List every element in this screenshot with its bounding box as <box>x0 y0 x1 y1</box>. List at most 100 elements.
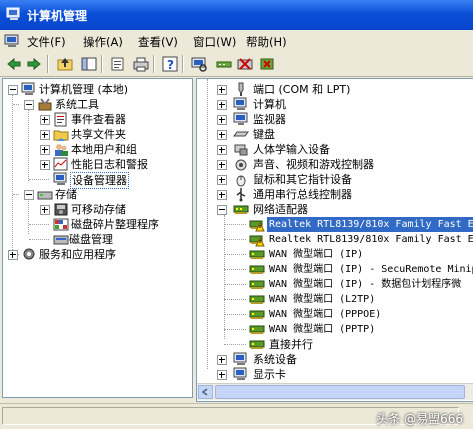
device-category[interactable]: 系统设备 <box>197 352 473 367</box>
users-icon <box>53 142 69 157</box>
nic-icon <box>249 262 265 277</box>
mouse-icon <box>233 172 249 187</box>
console-tree[interactable]: 计算机管理 (本地) 系统工具 事件查看器 共享文件夹 本地用户和组 性能日志和… <box>2 78 193 398</box>
device-category[interactable]: 键盘 <box>197 127 473 142</box>
svg-text:?: ? <box>167 58 174 72</box>
device-category[interactable]: 显示卡 <box>197 367 473 382</box>
tree-node[interactable]: 共享文件夹 <box>5 127 190 142</box>
tree-node[interactable]: 本地用户和组 <box>5 142 190 157</box>
device-item[interactable]: WAN 微型端口 (IP) - SecuRemote Minip <box>197 262 473 277</box>
nic-icon <box>249 292 265 307</box>
uninstall-device-icon[interactable] <box>258 55 276 73</box>
expand-toggle[interactable] <box>40 130 50 140</box>
show-hide-tree-icon[interactable] <box>80 55 98 73</box>
device-category[interactable]: 监视器 <box>197 112 473 127</box>
nic-icon <box>249 307 265 322</box>
print-icon[interactable] <box>132 55 150 73</box>
device-item[interactable]: Realtek RTL8139/810x Family Fast Eth <box>197 217 473 232</box>
forward-icon[interactable] <box>25 55 43 73</box>
back-icon[interactable] <box>5 55 23 73</box>
port-icon <box>233 82 249 97</box>
up-folder-icon[interactable] <box>56 55 74 73</box>
status-bar: 头条 @易盟666 <box>0 403 473 429</box>
nic-icon <box>249 277 265 292</box>
scroll-thumb[interactable] <box>215 385 465 399</box>
computer-management-icon <box>6 7 22 21</box>
device-category[interactable]: 鼠标和其它指针设备 <box>197 172 473 187</box>
expand-toggle[interactable] <box>217 130 227 140</box>
disable-device-icon[interactable] <box>236 55 254 73</box>
expand-toggle[interactable] <box>40 160 50 170</box>
event-viewer-icon <box>53 112 69 127</box>
tree-node[interactable]: 服务和应用程序 <box>5 247 190 262</box>
properties-icon[interactable] <box>109 55 127 73</box>
tree-node[interactable]: 磁盘碎片整理程序 <box>5 217 190 232</box>
device-category[interactable]: 计算机 <box>197 97 473 112</box>
device-category[interactable]: 通用串行总线控制器 <box>197 187 473 202</box>
system-device-icon <box>233 352 249 367</box>
device-item[interactable]: WAN 微型端口 (PPTP) <box>197 322 473 337</box>
device-item[interactable]: WAN 微型端口 (PPPOE) <box>197 307 473 322</box>
device-category[interactable]: 人体学输入设备 <box>197 142 473 157</box>
menu-view[interactable]: 查看(V) <box>138 34 178 50</box>
expand-toggle[interactable] <box>217 355 227 365</box>
expand-toggle[interactable] <box>8 250 18 260</box>
services-icon <box>21 247 37 262</box>
usb-icon <box>233 187 249 202</box>
disk-mgmt-icon <box>53 232 69 247</box>
computer-icon <box>233 97 249 112</box>
tree-node[interactable]: 存储 <box>5 187 190 202</box>
device-item[interactable]: WAN 微型端口 (L2TP) <box>197 292 473 307</box>
horizontal-scrollbar[interactable] <box>197 383 473 400</box>
removable-storage-icon <box>53 202 69 217</box>
collapse-toggle[interactable] <box>217 205 227 215</box>
tree-node[interactable]: 设备管理器 <box>5 172 190 189</box>
expand-toggle[interactable] <box>40 115 50 125</box>
menu-file[interactable]: 文件(F) <box>27 34 66 50</box>
device-category[interactable]: 网络适配器 <box>197 202 473 217</box>
toolbar-separator <box>153 55 155 73</box>
expand-toggle[interactable] <box>217 145 227 155</box>
tree-node[interactable]: 系统工具 <box>5 97 190 112</box>
tree-node[interactable]: 可移动存储 <box>5 202 190 217</box>
title-bar[interactable]: 计算机管理 <box>0 0 473 30</box>
menu-window[interactable]: 窗口(W) <box>193 34 236 50</box>
expand-toggle[interactable] <box>217 115 227 125</box>
device-item[interactable]: WAN 微型端口 (IP) <box>197 247 473 262</box>
expand-toggle[interactable] <box>40 145 50 155</box>
expand-toggle[interactable] <box>217 190 227 200</box>
expand-toggle[interactable] <box>217 175 227 185</box>
menu-action[interactable]: 操作(A) <box>83 34 123 50</box>
system-menu-icon[interactable] <box>4 33 20 49</box>
display-adapter-icon <box>233 367 249 382</box>
keyboard-icon <box>233 127 249 142</box>
device-category[interactable]: 端口 (COM 和 LPT) <box>197 82 473 97</box>
expand-toggle[interactable] <box>217 100 227 110</box>
nic-icon <box>249 247 265 262</box>
help-icon[interactable]: ? <box>161 55 179 73</box>
collapse-toggle[interactable] <box>8 85 18 95</box>
update-driver-icon[interactable] <box>215 55 233 73</box>
tree-node[interactable]: 计算机管理 (本地) <box>5 82 190 97</box>
expand-toggle[interactable] <box>217 85 227 95</box>
toolbar-separator <box>47 55 49 73</box>
scroll-left-button[interactable] <box>198 385 213 399</box>
tree-node[interactable]: 性能日志和警报 <box>5 157 190 172</box>
expand-toggle[interactable] <box>40 205 50 215</box>
device-tree[interactable]: 端口 (COM 和 LPT) 计算机 监视器 键盘 人体学输入设备 声音、视频和… <box>196 78 473 402</box>
scan-hardware-icon[interactable] <box>190 55 208 73</box>
collapse-toggle[interactable] <box>24 100 34 110</box>
device-manager-icon <box>53 172 69 187</box>
device-item[interactable]: Realtek RTL8139/810x Family Fast Eth <box>197 232 473 247</box>
expand-toggle[interactable] <box>217 370 227 380</box>
collapse-toggle[interactable] <box>24 190 34 200</box>
expand-toggle[interactable] <box>217 160 227 170</box>
menu-help[interactable]: 帮助(H) <box>246 34 287 50</box>
device-item[interactable]: WAN 微型端口 (IP) - 数据包计划程序微 <box>197 277 473 292</box>
tools-icon <box>37 97 53 112</box>
sound-icon <box>233 157 249 172</box>
device-category[interactable]: 声音、视频和游戏控制器 <box>197 157 473 172</box>
device-item[interactable]: 直接并行 <box>197 337 473 352</box>
tree-node[interactable]: 磁盘管理 <box>5 232 190 247</box>
tree-node[interactable]: 事件查看器 <box>5 112 190 127</box>
